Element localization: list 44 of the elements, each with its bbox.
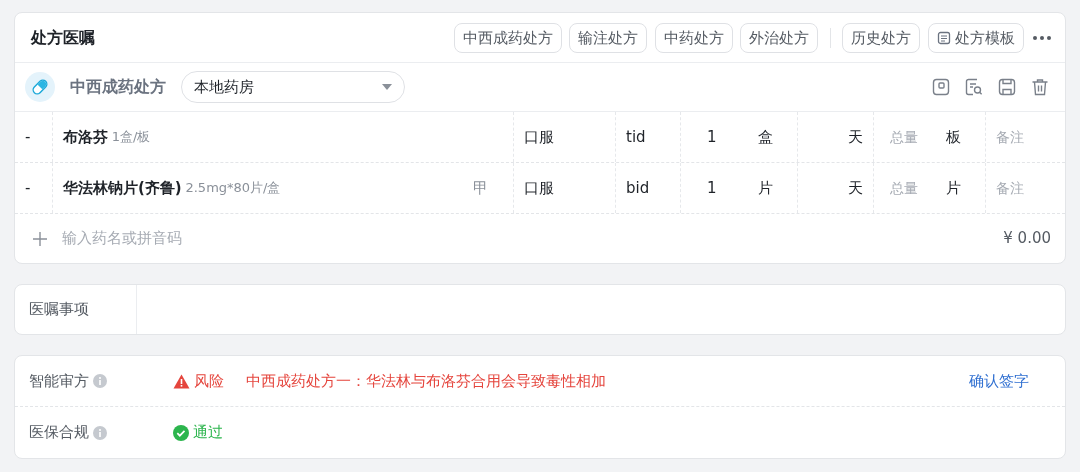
dose-unit: 盒 <box>758 126 773 148</box>
history-button[interactable]: 历史处方 <box>842 22 921 53</box>
check-circle-icon <box>173 424 189 441</box>
pill-icon <box>25 72 55 102</box>
days-unit: 天 <box>848 177 863 199</box>
card-icon[interactable] <box>932 78 950 96</box>
total-unit: 板 <box>946 126 961 148</box>
drug-name: 华法林钠片(齐鲁) <box>63 177 182 199</box>
remove-button[interactable]: - <box>25 176 31 200</box>
dose-unit: 片 <box>758 177 773 199</box>
review-message: 中西成药处方一：华法林与布洛芬合用会导致毒性相加 <box>246 370 607 392</box>
confirm-sign-link[interactable]: 确认签字 <box>969 369 1029 393</box>
route-field[interactable]: 口服 <box>524 176 554 200</box>
add-prescription-button[interactable]: 输注处方 <box>569 22 648 53</box>
drug-spec: 1盒/板 <box>111 128 151 147</box>
total-price: ¥ 0.00 <box>1003 228 1051 250</box>
review-label: 医保合规 <box>29 422 89 444</box>
add-prescription-button[interactable]: 中西成药处方 <box>453 22 562 53</box>
warning-icon <box>173 373 190 389</box>
route-field[interactable]: 口服 <box>524 125 554 149</box>
section-title: 处方医嘱 <box>31 26 95 49</box>
save-icon[interactable] <box>998 78 1016 96</box>
dose-field[interactable]: 1 <box>707 176 717 200</box>
drug-name: 布洛芬 <box>63 126 108 148</box>
remove-button[interactable]: - <box>25 125 31 149</box>
plus-icon[interactable] <box>33 231 47 246</box>
prescription-title: 中西成药处方 <box>70 76 166 98</box>
frequency-field[interactable]: bid <box>626 176 650 200</box>
frequency-field[interactable]: tid <box>626 125 646 149</box>
add-prescription-button[interactable]: 外治处方 <box>740 22 819 53</box>
trash-icon[interactable] <box>1031 78 1049 96</box>
review-status: 风险 <box>193 370 224 392</box>
drug-spec: 2.5mg*80片/盒 <box>185 179 281 198</box>
caret-icon <box>382 84 392 90</box>
review-label: 智能审方 <box>29 370 89 392</box>
dose-field[interactable]: 1 <box>707 125 717 149</box>
insurance-class: 甲 <box>473 177 488 199</box>
document-search-icon[interactable] <box>965 78 983 96</box>
add-prescription-button[interactable]: 中药处方 <box>654 22 733 53</box>
list-icon <box>936 30 951 45</box>
template-button[interactable]: 处方模板 <box>927 22 1024 53</box>
days-unit: 天 <box>848 126 863 148</box>
review-status: 通过 <box>192 422 223 444</box>
total-unit: 片 <box>946 177 961 199</box>
